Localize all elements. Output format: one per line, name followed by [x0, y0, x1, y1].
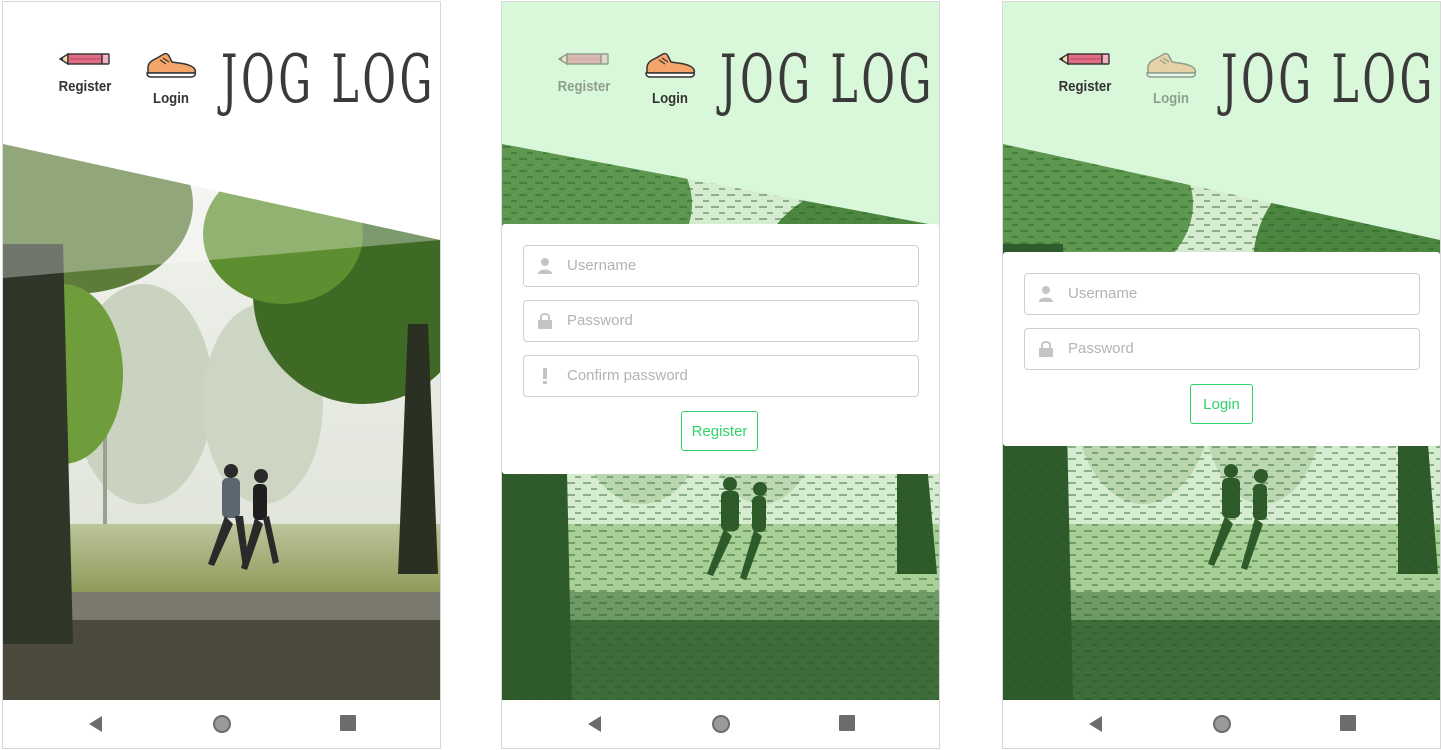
register-screen: Register Login JOG LOG Username Register: [501, 1, 940, 749]
android-nav-bar: [1003, 700, 1440, 748]
login-submit-button[interactable]: Login: [1190, 384, 1253, 424]
android-nav-bar: [3, 700, 440, 748]
register-nav-label: Register: [58, 78, 112, 95]
back-icon[interactable]: [586, 714, 604, 734]
recent-apps-icon[interactable]: [1339, 714, 1357, 732]
username-field[interactable]: [1024, 273, 1420, 315]
home-icon[interactable]: [711, 714, 731, 734]
username-field[interactable]: [523, 245, 919, 287]
lock-icon: [1039, 341, 1053, 357]
password-field[interactable]: [1024, 328, 1420, 370]
user-icon: [538, 258, 552, 274]
landing-screen: Register Login JOG LOG: [2, 1, 441, 749]
exclamation-icon: [543, 368, 547, 384]
pencil-icon: [1058, 52, 1110, 66]
app-logo: JOG LOG: [221, 41, 437, 118]
register-form: Register: [502, 224, 939, 474]
app-header: Register Login JOG LOG: [1003, 2, 1440, 152]
home-icon[interactable]: [1212, 714, 1232, 734]
home-icon[interactable]: [212, 714, 232, 734]
login-nav-label: Login: [1153, 90, 1189, 107]
pencil-icon: [58, 52, 110, 66]
password-input[interactable]: [1068, 329, 1408, 367]
login-nav-button[interactable]: Login: [136, 50, 206, 107]
app-header: Register Login JOG LOG: [3, 2, 440, 152]
register-nav-button[interactable]: Register: [1050, 50, 1120, 95]
register-submit-button[interactable]: Register: [681, 411, 758, 451]
recent-apps-icon[interactable]: [838, 714, 856, 732]
register-nav-label: Register: [1058, 78, 1112, 95]
app-logo: JOG LOG: [1221, 41, 1437, 118]
login-screen: Register Login JOG LOG Username Login: [1002, 1, 1441, 749]
pencil-icon: [557, 52, 609, 66]
hero-photo: [3, 144, 440, 700]
username-input[interactable]: [567, 246, 907, 284]
confirm-password-field[interactable]: [523, 355, 919, 397]
password-field[interactable]: [523, 300, 919, 342]
app-logo: JOG LOG: [720, 41, 936, 118]
login-nav-label: Login: [153, 90, 189, 107]
login-nav-button[interactable]: Login: [635, 50, 705, 107]
running-shoe-icon: [1146, 52, 1197, 78]
login-nav-button[interactable]: Login: [1136, 50, 1206, 107]
password-input[interactable]: [567, 301, 907, 339]
android-nav-bar: [502, 700, 939, 748]
login-form: Login: [1003, 252, 1440, 446]
user-icon: [1039, 286, 1053, 302]
register-nav-button[interactable]: Register: [50, 50, 120, 95]
confirm-password-input[interactable]: [567, 356, 907, 394]
lock-icon: [538, 313, 552, 329]
username-input[interactable]: [1068, 274, 1408, 312]
running-shoe-icon: [645, 52, 696, 78]
recent-apps-icon[interactable]: [339, 714, 357, 732]
running-shoe-icon: [146, 52, 197, 78]
register-nav-button[interactable]: Register: [549, 50, 619, 95]
login-nav-label: Login: [652, 90, 688, 107]
register-nav-label: Register: [557, 78, 611, 95]
app-header: Register Login JOG LOG: [502, 2, 939, 152]
back-icon[interactable]: [87, 714, 105, 734]
back-icon[interactable]: [1087, 714, 1105, 734]
